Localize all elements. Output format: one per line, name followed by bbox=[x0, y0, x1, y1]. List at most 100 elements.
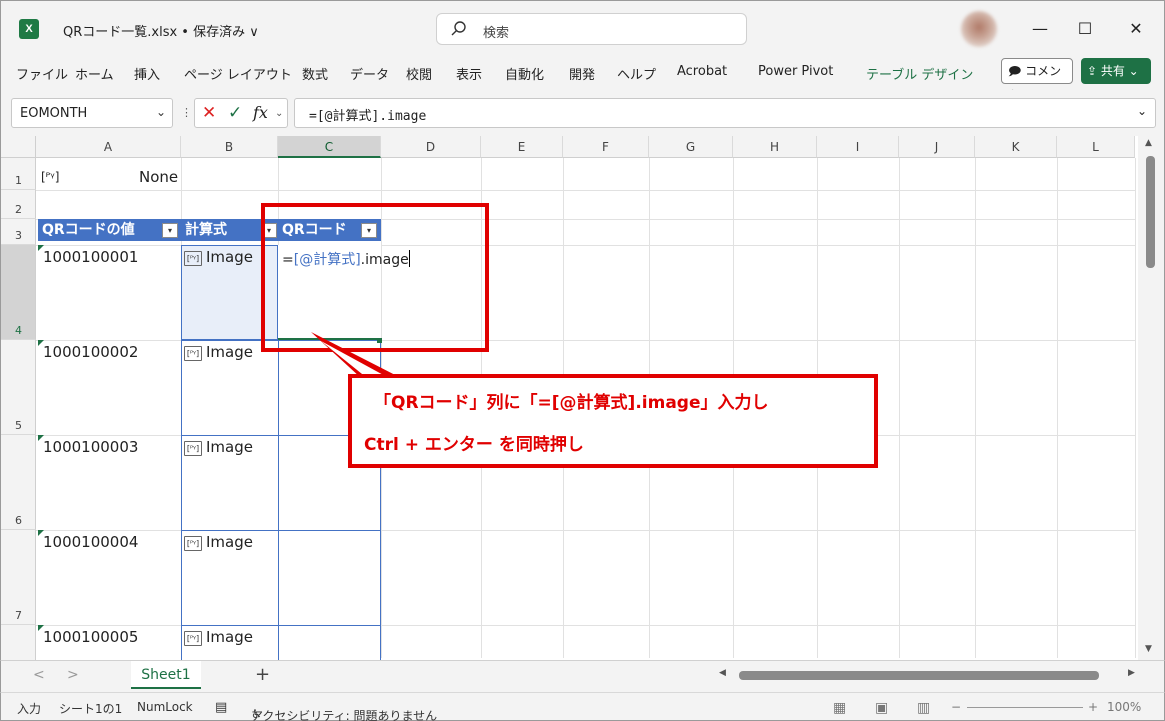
zoom-slider[interactable] bbox=[967, 707, 1083, 708]
cell-a7[interactable]: 1000100004 bbox=[43, 533, 138, 551]
tab-formulas[interactable]: 数式 bbox=[302, 64, 328, 83]
row-header-1[interactable]: 1 bbox=[1, 158, 36, 190]
tab-data[interactable]: データ bbox=[350, 64, 389, 83]
instruction-callout: 「QRコード」列に「=[@計算式].image」入力し Ctrl + エンター … bbox=[348, 374, 878, 468]
minimize-button[interactable]: — bbox=[1025, 15, 1055, 43]
zoom-in-icon[interactable]: + bbox=[1088, 700, 1098, 714]
table-header-qr-value[interactable]: QRコードの値 ▾ bbox=[38, 219, 181, 241]
scroll-up-icon[interactable]: ▲ bbox=[1145, 138, 1152, 148]
cell-a5[interactable]: 1000100002 bbox=[43, 343, 138, 361]
row-header-7[interactable]: 7 bbox=[1, 530, 36, 625]
cell-b8[interactable]: [ᴾᵞ] Image bbox=[184, 628, 253, 646]
tab-help[interactable]: ヘルプ bbox=[617, 64, 656, 83]
share-button[interactable]: ⇪ 共有 ⌄ bbox=[1081, 58, 1151, 84]
formula-input[interactable]: =[@計算式].image ⌄ bbox=[294, 98, 1156, 128]
row-header-5[interactable]: 5 bbox=[1, 340, 36, 435]
prev-sheet-icon[interactable]: < bbox=[33, 667, 45, 683]
column-header-c[interactable]: C bbox=[278, 136, 381, 158]
title-bar: X QRコード一覧.xlsx • 保存済み ∨ 検索 — ☐ ✕ bbox=[0, 0, 1165, 56]
column-header-e[interactable]: E bbox=[481, 136, 563, 158]
horizontal-scroll-thumb[interactable] bbox=[739, 671, 1099, 680]
more-options-icon[interactable]: ⋮ bbox=[181, 106, 192, 119]
row-header-8[interactable] bbox=[1, 625, 36, 660]
comment-button[interactable]: 🗩 コメント bbox=[1001, 58, 1073, 102]
tab-table-design[interactable]: テーブル デザイン bbox=[866, 64, 973, 83]
cell-a6[interactable]: 1000100003 bbox=[43, 438, 138, 456]
status-mode: 入力 bbox=[17, 702, 42, 716]
column-header-k[interactable]: K bbox=[975, 136, 1057, 158]
gridline bbox=[975, 158, 976, 658]
cell-b6[interactable]: [ᴾᵞ] Image bbox=[184, 438, 253, 456]
column-header-l[interactable]: L bbox=[1057, 136, 1135, 158]
scroll-left-icon[interactable]: ◀ bbox=[719, 668, 726, 678]
cell-a1-value[interactable]: None bbox=[139, 168, 178, 186]
tab-automate[interactable]: 自動化 bbox=[505, 64, 544, 83]
name-box[interactable]: EOMONTH ⌄ bbox=[11, 98, 173, 128]
tab-power-pivot[interactable]: Power Pivot bbox=[758, 64, 833, 79]
cell-b4[interactable]: [ᴾᵞ] Image bbox=[184, 248, 253, 266]
column-header-a[interactable]: A bbox=[36, 136, 181, 158]
cancel-icon[interactable]: ✕ bbox=[202, 103, 216, 123]
cell-a8[interactable]: 1000100005 bbox=[43, 628, 138, 646]
name-box-value: EOMONTH bbox=[20, 106, 88, 121]
column-header-h[interactable]: H bbox=[733, 136, 817, 158]
formula-buttons: ✕ ✓ fx ⌄ bbox=[194, 98, 288, 128]
vertical-scrollbar[interactable]: ▲ ▼ bbox=[1138, 136, 1164, 660]
macro-record-icon[interactable]: ▤ bbox=[215, 700, 227, 715]
column-header-b[interactable]: B bbox=[181, 136, 278, 158]
expand-formula-icon[interactable]: ⌄ bbox=[1137, 104, 1147, 118]
gridline bbox=[1057, 158, 1058, 658]
close-button[interactable]: ✕ bbox=[1121, 15, 1151, 43]
status-numlock: NumLock bbox=[137, 700, 193, 714]
insert-function-icon[interactable]: fx bbox=[253, 103, 268, 122]
filter-dropdown-icon[interactable]: ▾ bbox=[162, 223, 178, 238]
tab-file[interactable]: ファイル bbox=[16, 64, 68, 83]
row-header-6[interactable]: 6 bbox=[1, 435, 36, 530]
zoom-level[interactable]: 100% bbox=[1107, 700, 1141, 714]
maximize-button[interactable]: ☐ bbox=[1070, 15, 1100, 43]
tab-page-layout[interactable]: ページ レイアウト bbox=[184, 64, 292, 83]
table-border bbox=[181, 530, 381, 531]
row-header-4[interactable]: 4 bbox=[1, 245, 36, 340]
row-header-2[interactable]: 2 bbox=[1, 190, 36, 219]
cell-b5[interactable]: [ᴾᵞ] Image bbox=[184, 343, 253, 361]
tab-view[interactable]: 表示 bbox=[456, 64, 482, 83]
scroll-thumb[interactable] bbox=[1146, 156, 1155, 268]
table-border bbox=[181, 625, 381, 626]
enter-icon[interactable]: ✓ bbox=[228, 103, 242, 123]
cell-b7[interactable]: [ᴾᵞ] Image bbox=[184, 533, 253, 551]
user-avatar[interactable] bbox=[961, 11, 997, 47]
cell-a4[interactable]: 1000100001 bbox=[43, 248, 138, 266]
ribbon-tabs: ファイル ホーム 挿入 ページ レイアウト 数式 データ 校閲 表示 自動化 開… bbox=[0, 56, 1165, 102]
page-break-view-icon[interactable]: ▥ bbox=[917, 700, 930, 716]
tab-review[interactable]: 校閲 bbox=[406, 64, 432, 83]
tab-home[interactable]: ホーム bbox=[75, 64, 114, 83]
zoom-out-icon[interactable]: − bbox=[951, 700, 961, 714]
chevron-down-icon[interactable]: ⌄ bbox=[275, 108, 283, 119]
document-title[interactable]: QRコード一覧.xlsx • 保存済み ∨ bbox=[63, 21, 259, 40]
rich-value-icon: [ᴾᵞ] bbox=[184, 251, 202, 266]
scroll-down-icon[interactable]: ▼ bbox=[1145, 644, 1152, 654]
row-header-3[interactable]: 3 bbox=[1, 219, 36, 245]
formula-bar: EOMONTH ⌄ ⋮ ✕ ✓ fx ⌄ =[@計算式].image ⌄ bbox=[0, 90, 1165, 136]
column-header-j[interactable]: J bbox=[899, 136, 975, 158]
add-sheet-button[interactable]: + bbox=[255, 664, 270, 685]
column-header-d[interactable]: D bbox=[381, 136, 481, 158]
column-header-g[interactable]: G bbox=[649, 136, 733, 158]
tab-developer[interactable]: 開発 bbox=[569, 64, 595, 83]
next-sheet-icon[interactable]: > bbox=[67, 667, 79, 683]
callout-line-2: Ctrl + エンター を同時押し bbox=[364, 435, 584, 455]
sheet-tab-sheet1[interactable]: Sheet1 bbox=[131, 661, 201, 689]
rich-value-icon: [ᴾᵞ] bbox=[184, 536, 202, 551]
select-all-corner[interactable] bbox=[1, 136, 36, 158]
scroll-right-icon[interactable]: ▶ bbox=[1128, 668, 1135, 678]
search-icon bbox=[451, 21, 466, 36]
normal-view-icon[interactable]: ▦ bbox=[833, 700, 846, 716]
tab-acrobat[interactable]: Acrobat bbox=[677, 64, 727, 79]
chevron-down-icon[interactable]: ⌄ bbox=[156, 105, 166, 119]
page-layout-view-icon[interactable]: ▣ bbox=[875, 700, 888, 716]
column-header-i[interactable]: I bbox=[817, 136, 899, 158]
column-header-f[interactable]: F bbox=[563, 136, 649, 158]
tab-insert[interactable]: 挿入 bbox=[134, 64, 160, 83]
search-box[interactable]: 検索 bbox=[436, 13, 747, 45]
